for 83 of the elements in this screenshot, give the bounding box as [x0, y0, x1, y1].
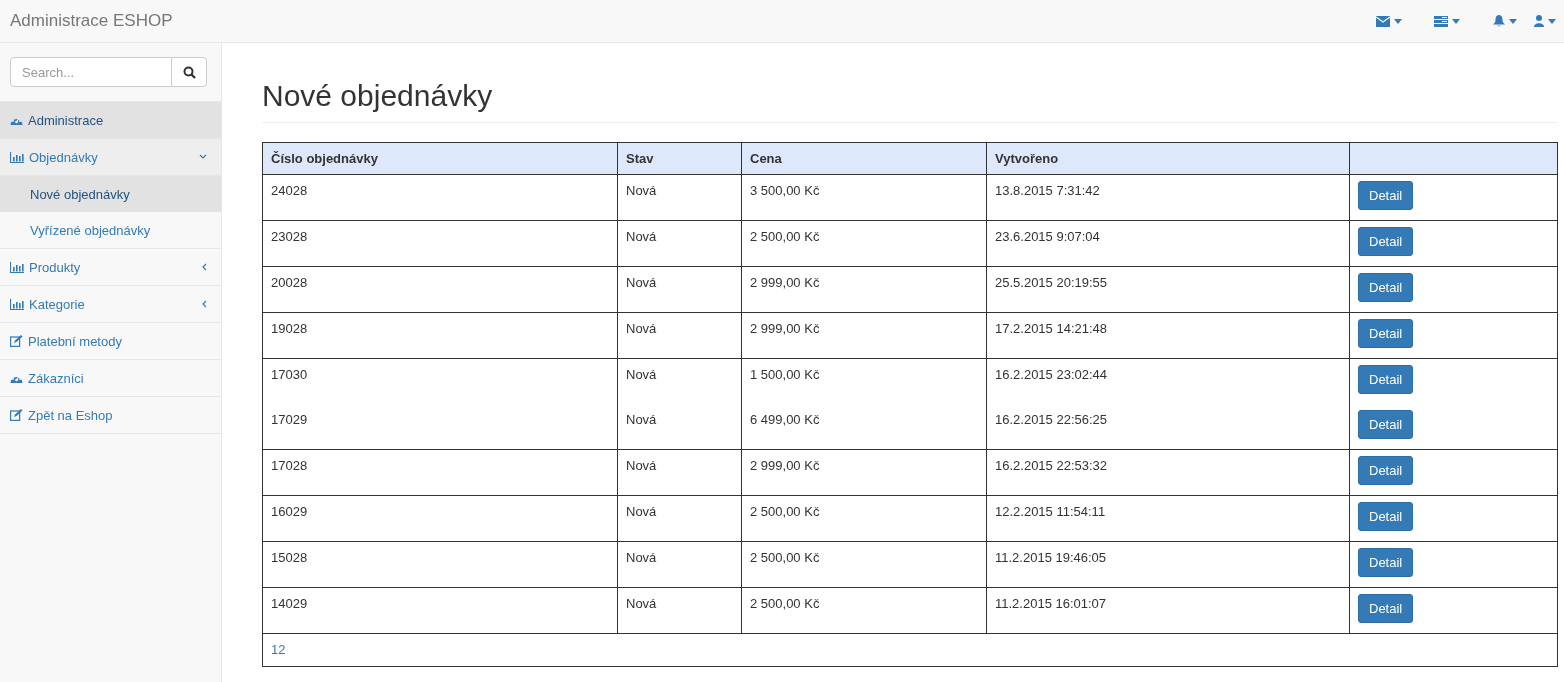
sidebar-item[interactable]: Zákazníci [0, 360, 221, 397]
table-cell: Nová [617, 587, 742, 634]
table-cell: 11.2.2015 16:01:07 [986, 587, 1350, 634]
table-cell: 14029 [262, 587, 618, 634]
sidebar-item[interactable]: Administrace [0, 102, 221, 139]
detail-button[interactable]: Detail [1358, 273, 1414, 302]
search-field[interactable]: Search... [10, 57, 172, 87]
table-cell: 17.2.2015 14:21:48 [986, 312, 1350, 359]
tasks-icon [1434, 15, 1448, 27]
sidebar-item[interactable]: Zpět na Eshop [0, 397, 221, 434]
table-cell: Nová [617, 266, 742, 313]
table-cell: 15028 [262, 541, 618, 588]
table-cell: 24028 [262, 174, 618, 221]
table-cell: 2 999,00 Kč [741, 449, 987, 496]
edit-icon [10, 335, 23, 347]
table-cell: 2 500,00 Kč [741, 541, 987, 588]
table-cell: 6 499,00 Kč [741, 404, 987, 450]
caret-icon [1509, 18, 1517, 24]
user-icon [1534, 15, 1544, 27]
table-cell: Nová [617, 312, 742, 359]
sidebar-item[interactable]: Platební metody [0, 323, 221, 360]
sidebar-item[interactable]: Produkty [0, 249, 221, 286]
table-cell: 19028 [262, 312, 618, 359]
detail-button[interactable]: Detail [1358, 181, 1414, 210]
detail-button[interactable]: Detail [1358, 594, 1414, 623]
table-cell: Nová [617, 174, 742, 221]
sidebar-item[interactable]: Objednávky [0, 139, 221, 176]
table-cell: Nová [617, 495, 742, 542]
table-cell: 16029 [262, 495, 618, 542]
chevron-left-icon [201, 263, 207, 271]
search-icon [182, 65, 196, 79]
detail-button[interactable]: Detail [1358, 548, 1414, 577]
sidebar-subitem[interactable]: Nové objednávky [0, 176, 221, 212]
envelope-icon [1376, 15, 1390, 27]
table-cell: 23028 [262, 220, 618, 267]
table-cell: 23.6.2015 9:07:04 [986, 220, 1350, 267]
table-cell: 2 500,00 Kč [741, 587, 987, 634]
detail-button[interactable]: Detail [1358, 319, 1414, 348]
table-cell: Nová [617, 220, 742, 267]
table-cell: 12.2.2015 11:54:11 [986, 495, 1350, 542]
table-cell: 16.2.2015 22:56:25 [986, 404, 1350, 450]
edit-icon [10, 409, 23, 421]
table-cell: Nová [617, 404, 742, 450]
bell-icon [1493, 15, 1505, 27]
sidebar-item[interactable]: Kategorie [0, 286, 221, 323]
caret-icon [1394, 18, 1402, 24]
bar-chart-icon [10, 151, 24, 163]
table-cell: 2 999,00 Kč [741, 266, 987, 313]
page-link[interactable]: 1 [271, 642, 279, 657]
table-cell: 17030 [262, 358, 618, 404]
table-cell: Nová [617, 541, 742, 588]
table-cell: 17028 [262, 449, 618, 496]
column-header: Číslo objednávky [262, 142, 618, 175]
table-cell: 25.5.2015 20:19:55 [986, 266, 1350, 313]
table-cell: 2 500,00 Kč [741, 495, 987, 542]
column-header: Stav [617, 142, 742, 175]
chevron-left-icon [201, 300, 207, 308]
detail-button[interactable]: Detail [1358, 410, 1414, 439]
search-button[interactable] [172, 57, 207, 87]
table-cell: 11.2.2015 19:46:05 [986, 541, 1350, 588]
page-title: Nové objednávky [262, 79, 1558, 123]
caret-icon [1548, 18, 1556, 24]
table-cell: Nová [617, 449, 742, 496]
table-cell: 13.8.2015 7:31:42 [986, 174, 1350, 221]
bar-chart-icon [10, 298, 24, 310]
detail-button[interactable]: Detail [1358, 227, 1414, 256]
column-header: Cena [741, 142, 987, 175]
detail-button[interactable]: Detail [1358, 365, 1414, 394]
bar-chart-icon [10, 261, 24, 273]
caret-icon [1452, 18, 1460, 24]
column-header: Vytvořeno [986, 142, 1350, 175]
detail-button[interactable]: Detail [1358, 456, 1414, 485]
page-link[interactable]: 2 [278, 642, 286, 657]
sidebar-subitem[interactable]: Vyřízené objednávky [0, 212, 221, 249]
table-cell: 2 500,00 Kč [741, 220, 987, 267]
brand-title[interactable]: Administrace ESHOP [10, 11, 173, 31]
table-cell: 2 999,00 Kč [741, 312, 987, 359]
chevron-down-icon [199, 154, 207, 160]
detail-button[interactable]: Detail [1358, 502, 1414, 531]
table-cell: 16.2.2015 22:53:32 [986, 449, 1350, 496]
table-cell: 20028 [262, 266, 618, 313]
table-cell: 3 500,00 Kč [741, 174, 987, 221]
table-cell: 17029 [262, 404, 618, 450]
